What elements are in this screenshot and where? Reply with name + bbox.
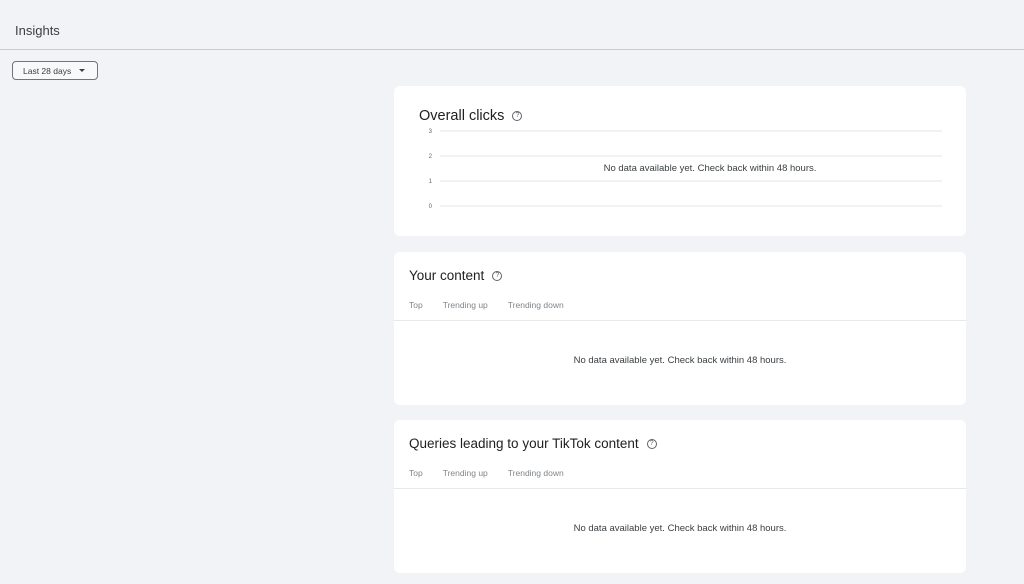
your-content-tabs: Top Trending up Trending down	[409, 300, 564, 310]
your-content-title: Your content	[409, 268, 485, 283]
card-title-your-content: Your content ?	[409, 268, 503, 283]
y-tick-label: 0	[429, 204, 433, 210]
help-circle-icon[interactable]: ?	[492, 270, 503, 281]
queries-card: Queries leading to your TikTok content ?…	[394, 420, 966, 573]
tab-trending-down[interactable]: Trending down	[508, 468, 564, 478]
page-header: Insights	[0, 0, 1024, 50]
card-title-queries: Queries leading to your TikTok content ?	[409, 436, 657, 451]
date-range-label: Last 28 days	[23, 65, 72, 76]
clicks-chart: 3 2 1 0	[429, 129, 942, 210]
tab-trending-up[interactable]: Trending up	[443, 468, 488, 478]
queries-tabs: Top Trending up Trending down	[409, 468, 564, 478]
caret-down-icon	[79, 69, 86, 72]
overall-clicks-card: Overall clicks ? 3210 No data available …	[394, 86, 966, 236]
y-tick-label: 3	[429, 129, 433, 135]
your-content-empty-message: No data available yet. Check back within…	[573, 355, 787, 366]
tab-top[interactable]: Top	[409, 300, 423, 310]
tab-trending-down[interactable]: Trending down	[508, 300, 564, 310]
y-tick-label: 2	[429, 154, 433, 160]
y-tick-label: 1	[429, 179, 433, 185]
your-content-card: Your content ? Top Trending up Trending …	[394, 252, 966, 405]
queries-title: Queries leading to your TikTok content	[409, 436, 639, 451]
overall-clicks-empty-message: No data available yet. Check back within…	[603, 163, 817, 174]
tab-trending-up[interactable]: Trending up	[443, 300, 488, 310]
help-circle-icon[interactable]: ?	[646, 438, 657, 449]
tab-top[interactable]: Top	[409, 468, 423, 478]
divider	[394, 488, 966, 489]
date-range-dropdown[interactable]: Last 28 days	[12, 61, 98, 80]
queries-empty-message: No data available yet. Check back within…	[573, 523, 787, 534]
divider	[394, 320, 966, 321]
page-title: Insights	[15, 23, 60, 38]
